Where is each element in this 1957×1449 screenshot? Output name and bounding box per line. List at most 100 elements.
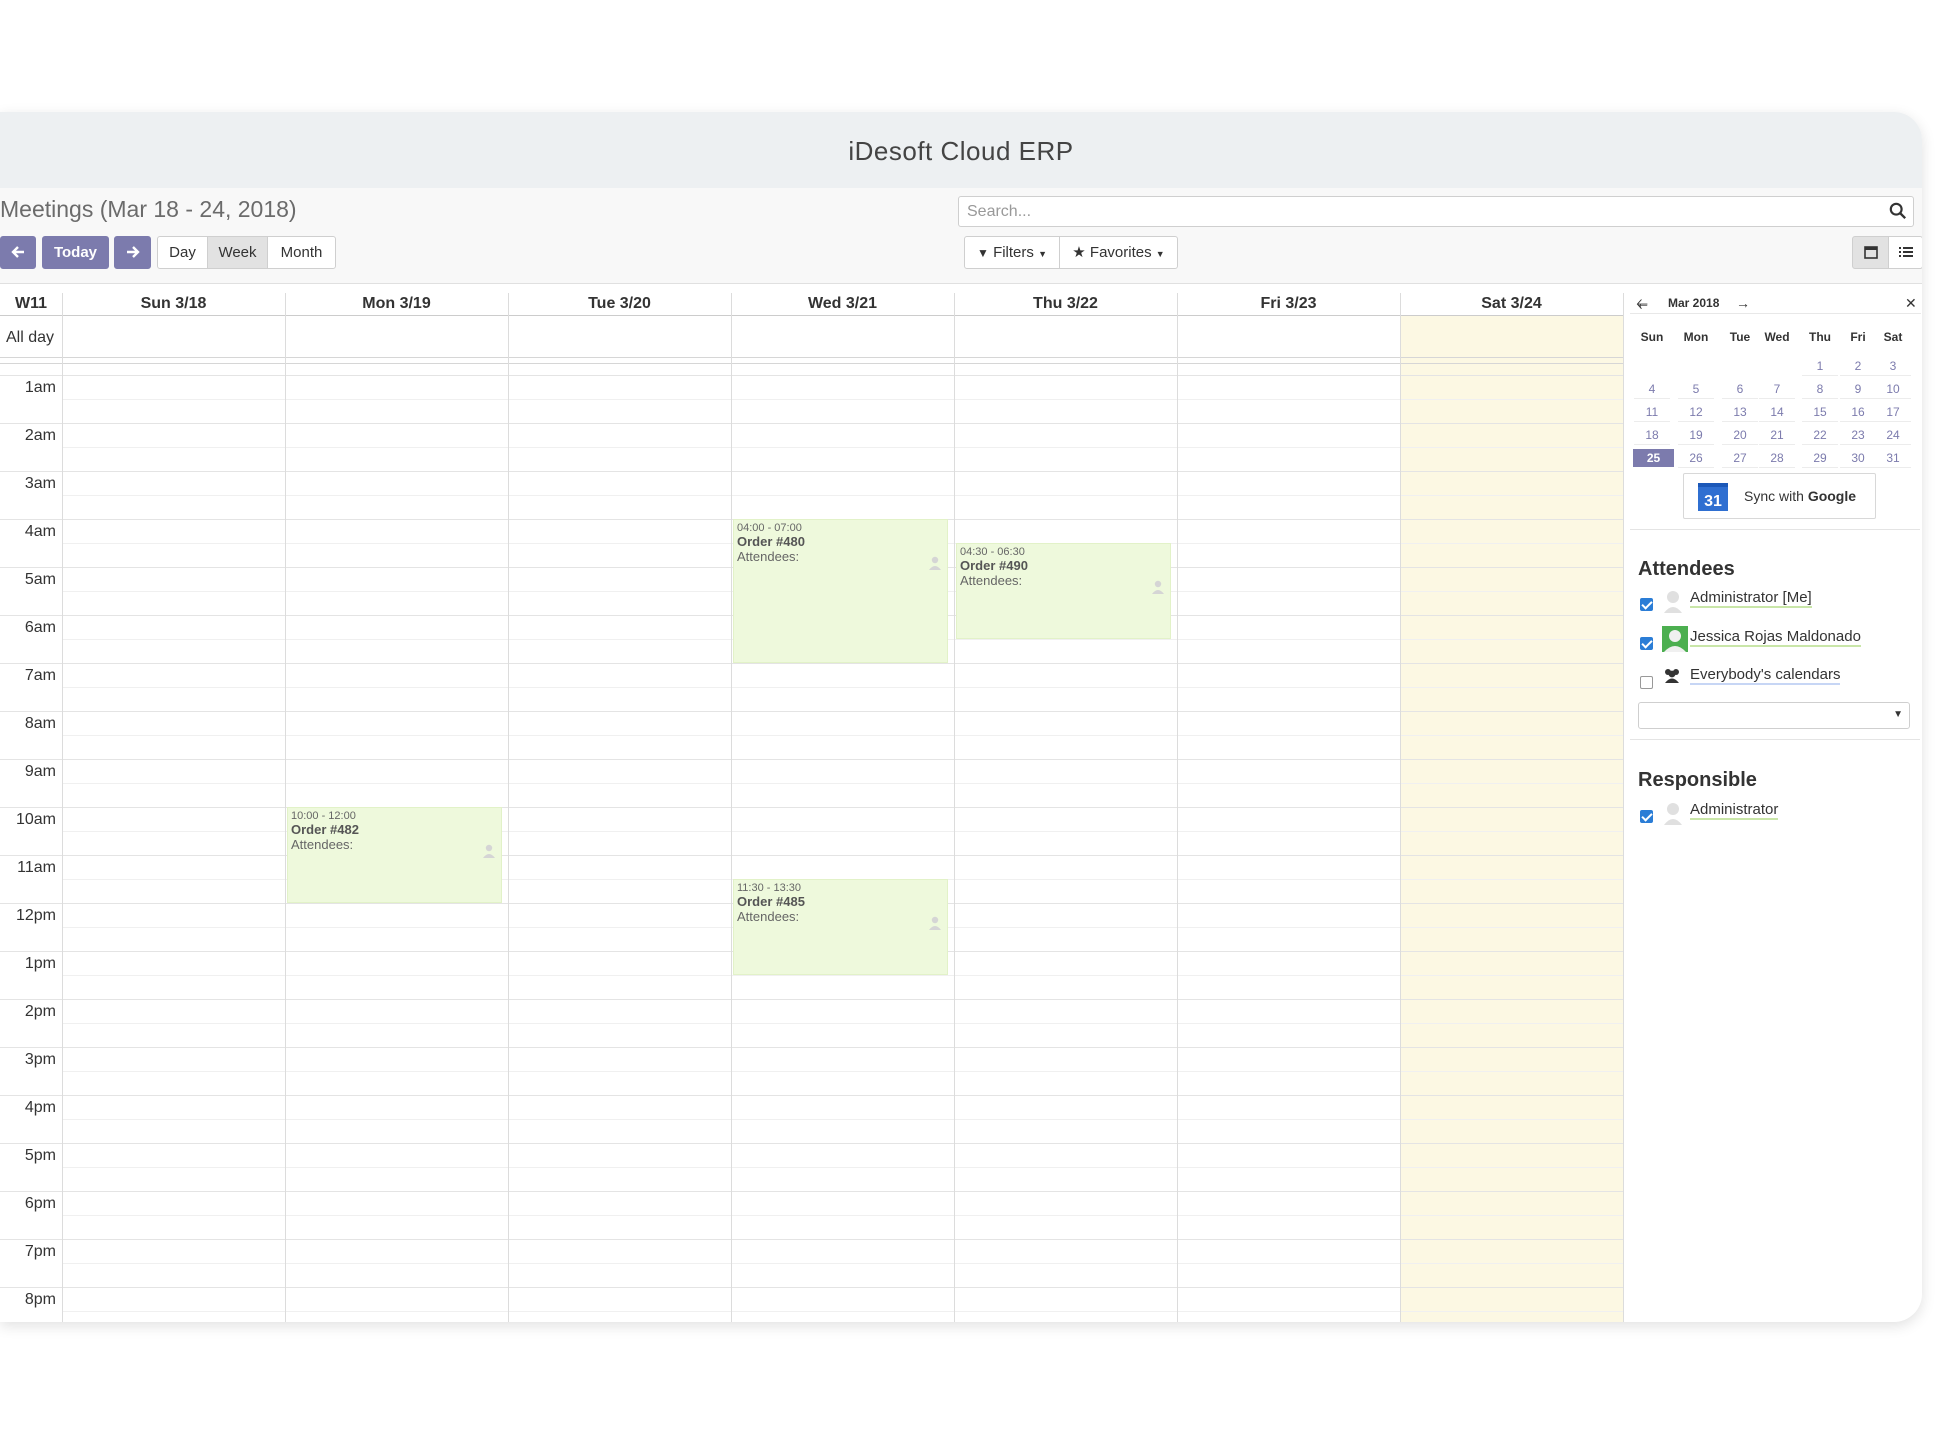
mini-day-cell[interactable]: 3 bbox=[1875, 357, 1911, 376]
half-hour-line bbox=[62, 399, 1623, 400]
mini-day-cell[interactable]: 15 bbox=[1802, 403, 1838, 422]
half-hour-line bbox=[62, 975, 1623, 976]
calendar-event[interactable]: 10:00 - 12:00 Order #482 Attendees: bbox=[287, 807, 502, 903]
hour-line bbox=[0, 375, 1623, 376]
attendee-checkbox-everybody[interactable] bbox=[1640, 676, 1653, 689]
responsible-name[interactable]: Administrator bbox=[1690, 801, 1779, 820]
day-header[interactable]: Tue 3/20 bbox=[508, 293, 731, 315]
mini-day-cell[interactable]: 11 bbox=[1634, 403, 1670, 422]
mini-day-cell[interactable]: 4 bbox=[1634, 380, 1670, 399]
prev-button[interactable] bbox=[0, 236, 36, 269]
breadcrumb[interactable]: Meetings (Mar 18 - 24, 2018) bbox=[0, 196, 297, 223]
mini-day-cell[interactable]: 14 bbox=[1759, 403, 1795, 422]
mini-day-cell[interactable]: 20 bbox=[1722, 426, 1758, 445]
hour-line bbox=[0, 1287, 1623, 1288]
search-icon[interactable] bbox=[1889, 202, 1907, 220]
attendee-checkbox-jessica[interactable] bbox=[1640, 637, 1653, 650]
mini-day-cell[interactable]: 29 bbox=[1802, 449, 1838, 468]
today-column bbox=[1400, 315, 1623, 1322]
mini-day-cell[interactable]: 18 bbox=[1634, 426, 1670, 445]
mini-day-cell[interactable]: 10 bbox=[1875, 380, 1911, 399]
attendee-name[interactable]: Administrator [Me] bbox=[1690, 589, 1812, 608]
mini-day-cell[interactable]: 25 bbox=[1633, 449, 1674, 467]
attendee-checkbox-admin[interactable] bbox=[1640, 598, 1653, 611]
arrow-left-icon bbox=[11, 246, 24, 258]
mini-day-cell[interactable]: 19 bbox=[1678, 426, 1714, 445]
calendar-event[interactable]: 04:00 - 07:00 Order #480 Attendees: bbox=[733, 519, 948, 663]
day-header[interactable]: Fri 3/23 bbox=[1177, 293, 1400, 315]
hour-line bbox=[0, 1143, 1623, 1144]
mini-day-cell[interactable]: 28 bbox=[1759, 449, 1795, 468]
mini-day-cell[interactable]: 26 bbox=[1678, 449, 1714, 468]
favorites-button[interactable]: ★ Favorites ▼ bbox=[1059, 236, 1178, 269]
time-label: 1am bbox=[24, 379, 56, 396]
mini-prev-icon[interactable]: ← bbox=[1636, 295, 1650, 311]
add-attendee-select[interactable]: ▼ bbox=[1638, 702, 1910, 729]
mini-day-cell[interactable]: 31 bbox=[1875, 449, 1911, 468]
half-hour-line bbox=[62, 1119, 1623, 1120]
event-attendees: Attendees: bbox=[291, 837, 354, 852]
mini-day-header: Thu bbox=[1809, 330, 1831, 344]
mini-day-header: Sat bbox=[1883, 330, 1903, 344]
mini-day-cell[interactable]: 9 bbox=[1840, 380, 1876, 399]
mini-day-cell[interactable]: 1 bbox=[1802, 357, 1838, 376]
mini-day-cell[interactable]: 6 bbox=[1722, 380, 1758, 399]
hour-line bbox=[0, 1095, 1623, 1096]
day-view-button[interactable]: Day bbox=[157, 236, 208, 269]
sync-google-button[interactable]: 31 Sync with Google bbox=[1683, 473, 1876, 519]
day-header[interactable]: Thu 3/22 bbox=[954, 293, 1177, 315]
event-title: Order #480 bbox=[737, 534, 805, 549]
time-label: 4am bbox=[24, 523, 56, 540]
day-header[interactable]: Wed 3/21 bbox=[731, 293, 954, 315]
week-view-button[interactable]: Week bbox=[207, 236, 268, 269]
column-line bbox=[62, 293, 63, 1322]
time-label: 12pm bbox=[15, 907, 56, 924]
column-line bbox=[1623, 293, 1624, 1322]
hour-line bbox=[0, 855, 1623, 856]
mini-day-cell[interactable]: 17 bbox=[1875, 403, 1911, 422]
mini-day-cell[interactable]: 16 bbox=[1840, 403, 1876, 422]
event-title: Order #490 bbox=[960, 558, 1028, 573]
calendar-event[interactable]: 11:30 - 13:30 Order #485 Attendees: bbox=[733, 879, 948, 975]
attendee-name[interactable]: Everybody's calendars bbox=[1690, 666, 1841, 685]
hour-line bbox=[0, 663, 1623, 664]
mini-next-icon[interactable]: → bbox=[1736, 295, 1750, 311]
filters-button[interactable]: ▼ Filters ▼ bbox=[964, 236, 1060, 269]
list-view-button[interactable] bbox=[1888, 236, 1922, 269]
search-placeholder: Search... bbox=[967, 203, 1032, 220]
day-header[interactable]: Sun 3/18 bbox=[62, 293, 285, 315]
mini-day-cell[interactable]: 23 bbox=[1840, 426, 1876, 445]
filters-label: Filters bbox=[993, 244, 1034, 261]
mini-calendar-title[interactable]: Mar 2018 bbox=[1668, 296, 1719, 310]
mini-day-cell[interactable]: 21 bbox=[1759, 426, 1795, 445]
close-icon[interactable]: ✕ bbox=[1905, 295, 1917, 312]
hour-line bbox=[0, 471, 1623, 472]
time-label: 1pm bbox=[24, 955, 56, 972]
time-label: 3pm bbox=[24, 1051, 56, 1068]
mini-day-cell[interactable]: 13 bbox=[1722, 403, 1758, 422]
mini-day-cell[interactable]: 8 bbox=[1802, 380, 1838, 399]
mini-day-cell[interactable]: 30 bbox=[1840, 449, 1876, 468]
mini-day-cell[interactable]: 24 bbox=[1875, 426, 1911, 445]
today-button[interactable]: Today bbox=[42, 236, 109, 269]
search-input[interactable]: Search... bbox=[958, 196, 1914, 227]
week-calendar[interactable]: W11 All day Sun 3/18 Mon 3/19 Tue 3/20 Wed … bbox=[0, 293, 1624, 1322]
attendee-name[interactable]: Jessica Rojas Maldonado bbox=[1690, 628, 1861, 647]
mini-day-cell[interactable]: 22 bbox=[1802, 426, 1838, 445]
mini-day-cell[interactable]: 2 bbox=[1840, 357, 1876, 376]
divider bbox=[1630, 529, 1920, 530]
calendar-view-button[interactable] bbox=[1852, 236, 1889, 269]
divider bbox=[1630, 739, 1920, 740]
half-hour-line bbox=[62, 687, 1623, 688]
mini-day-cell[interactable]: 7 bbox=[1759, 380, 1795, 399]
day-header[interactable]: Mon 3/19 bbox=[285, 293, 508, 315]
responsible-checkbox[interactable] bbox=[1640, 810, 1653, 823]
day-header[interactable]: Sat 3/24 bbox=[1400, 293, 1623, 315]
mini-day-cell[interactable]: 5 bbox=[1678, 380, 1714, 399]
calendar-event[interactable]: 04:30 - 06:30 Order #490 Attendees: bbox=[956, 543, 1171, 639]
next-button[interactable] bbox=[114, 236, 151, 269]
month-view-button[interactable]: Month bbox=[267, 236, 336, 269]
mini-day-cell[interactable]: 27 bbox=[1722, 449, 1758, 468]
hour-line bbox=[0, 999, 1623, 1000]
mini-day-cell[interactable]: 12 bbox=[1678, 403, 1714, 422]
